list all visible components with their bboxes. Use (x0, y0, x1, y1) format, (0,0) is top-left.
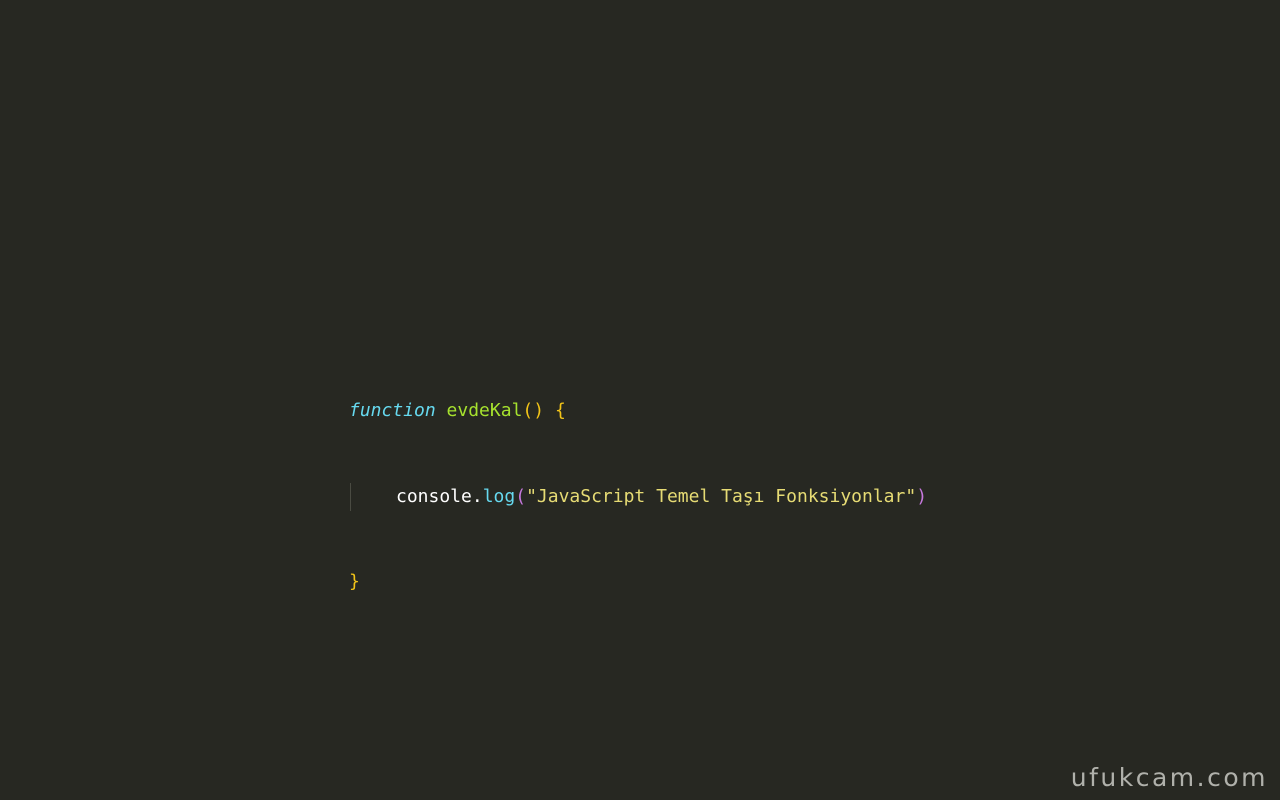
string-literal: "JavaScript Temel Taşı Fonksiyonlar" (526, 485, 917, 507)
code-line-2: console.log("JavaScript Temel Taşı Fonks… (349, 482, 928, 511)
code-line-3: } (349, 568, 927, 597)
code-line-1: function evdeKal() { (349, 397, 927, 426)
console-object: console. (396, 485, 483, 507)
watermark-logo: ufukcam.com (1070, 763, 1268, 792)
code-snippet: function evdeKal() { console.log("JavaSc… (349, 340, 927, 625)
log-method: log (482, 485, 516, 507)
open-paren: ( (515, 485, 527, 507)
function-name: evdeKal (446, 400, 523, 421)
open-brace: { (554, 400, 566, 421)
close-brace: } (349, 571, 360, 592)
close-paren: ) (916, 485, 928, 507)
function-parens: () (522, 400, 545, 421)
keyword-function: function (349, 400, 436, 421)
indent-guide (350, 482, 351, 511)
